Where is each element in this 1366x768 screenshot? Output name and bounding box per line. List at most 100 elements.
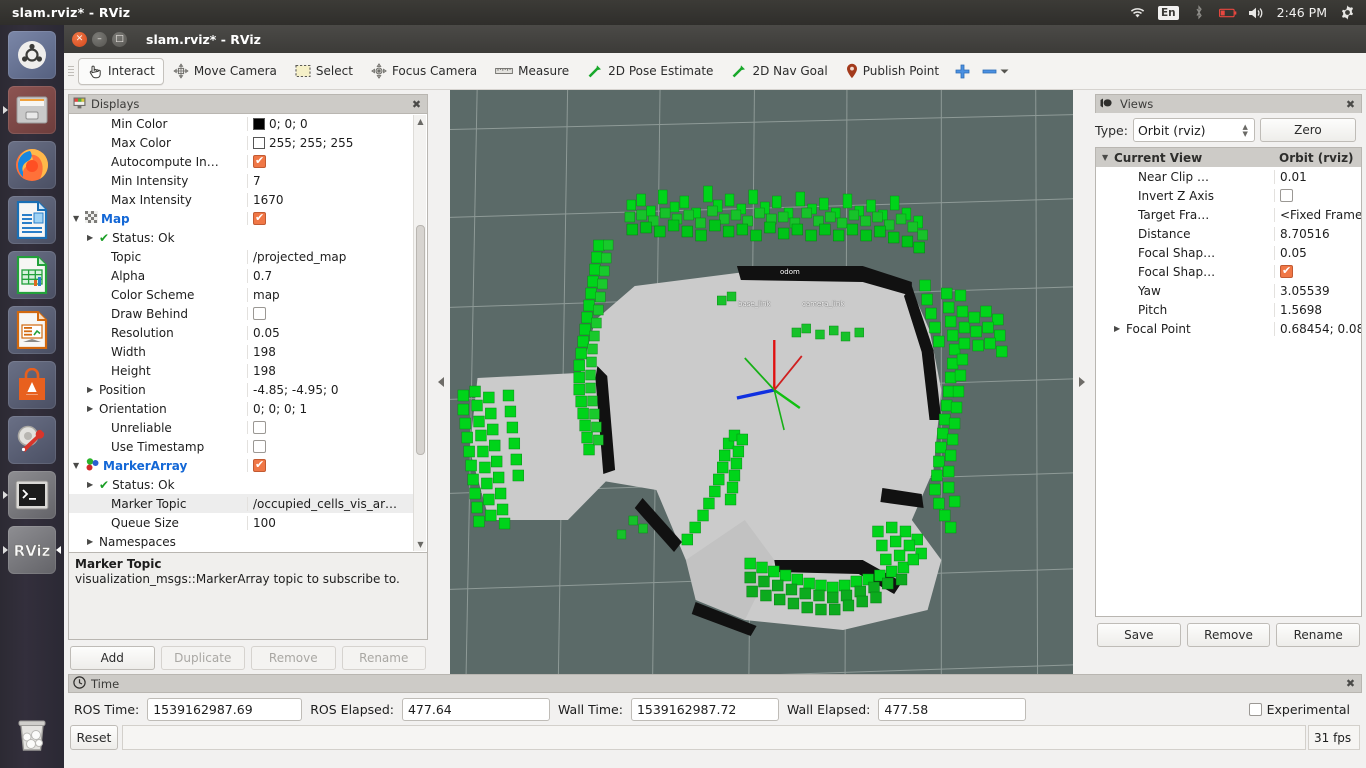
property-row[interactable]: ▼ MarkerArray [69,456,414,475]
property-row[interactable]: Marker Topic/occupied_cells_vis_ar… [69,494,414,513]
property-row[interactable]: Pitch 1.5698 [1096,300,1361,319]
twisty-closed-icon[interactable]: ▶ [87,404,96,413]
property-row[interactable]: ▶ Namespaces [69,532,414,551]
checkbox-icon[interactable] [253,440,266,453]
tool-move-camera[interactable]: Move Camera [164,58,286,85]
property-row[interactable]: Use Timestamp [69,437,414,456]
rename-button[interactable]: Rename [341,646,426,670]
twisty-closed-icon[interactable]: ▶ [87,480,96,489]
keyboard-layout-icon[interactable]: En [1157,5,1179,20]
property-row[interactable]: Color Scheme map [69,285,414,304]
property-row[interactable]: Invert Z Axis [1096,186,1361,205]
libreoffice-impress-icon[interactable] [8,306,56,354]
checkbox-icon[interactable] [253,155,266,168]
add-tool-button[interactable] [948,58,977,85]
window-maximize-button[interactable]: □ [112,31,127,47]
property-row[interactable]: Min Intensity 7 [69,171,414,190]
zero-button[interactable]: Zero [1259,118,1356,142]
property-row[interactable]: Autocompute In… [69,152,414,171]
right-splitter-handle[interactable] [1073,90,1091,674]
tool-2d-pose-estimate[interactable]: 2D Pose Estimate [578,58,722,85]
experimental-checkbox[interactable]: Experimental [1248,702,1350,717]
property-row[interactable]: Distance 8.70516 [1096,224,1361,243]
property-row[interactable]: Resolution 0.05 [69,323,414,342]
close-icon[interactable]: ✖ [1344,98,1357,111]
scroll-up-icon[interactable]: ▲ [415,116,426,127]
property-row[interactable]: ▶Focal Point 0.68454; 0.0890… [1096,319,1361,338]
property-row[interactable]: Focal Shap… 0.05 [1096,243,1361,262]
battery-icon[interactable] [1218,4,1237,22]
collapse-left-icon[interactable] [438,377,444,387]
tool-publish-point[interactable]: Publish Point [837,58,948,85]
collapse-right-icon[interactable] [1079,377,1085,387]
twisty-open-icon[interactable]: ▼ [73,214,82,223]
close-icon[interactable]: ✖ [410,98,423,111]
twisty-closed-icon[interactable]: ▶ [1114,324,1123,333]
property-row[interactable]: Draw Behind [69,304,414,323]
scroll-down-icon[interactable]: ▼ [415,539,426,550]
ubuntu-dash-icon[interactable] [8,31,56,79]
remove-tool-button[interactable] [977,58,1014,85]
duplicate-button[interactable]: Duplicate [160,646,245,670]
tool-focus-camera[interactable]: Focus Camera [362,58,486,85]
remove-button[interactable]: Remove [251,646,336,670]
bluetooth-icon[interactable] [1190,4,1208,22]
libreoffice-writer-icon[interactable] [8,196,56,244]
displays-scrollbar[interactable]: ▲ ▼ [413,115,426,551]
rename-view-button[interactable]: Rename [1276,623,1361,647]
color-swatch[interactable] [253,136,265,149]
view-type-select[interactable]: Orbit (rviz) ▲ ▼ [1132,118,1255,142]
property-row[interactable]: Yaw 3.05539 [1096,281,1361,300]
rviz-icon[interactable]: RViz [3,526,61,574]
twisty-icon[interactable]: ▼ [1102,153,1111,162]
twisty-open-icon[interactable]: ▼ [73,461,82,470]
files-icon[interactable] [3,86,56,134]
system-clock[interactable]: 2:46 PM [1277,5,1327,20]
property-row[interactable]: Width 198 [69,342,414,361]
spinner-icon[interactable]: ▲ ▼ [1243,123,1250,137]
ros-time-input[interactable]: 1539162987.69 [147,697,303,721]
displays-property-tree[interactable]: Min Color 0; 0; 0 Max Color 255; 255; 255 Au… [68,113,428,553]
property-row[interactable]: Max Intensity 1670 [69,190,414,209]
ros-elapsed-input[interactable]: 477.64 [401,697,550,721]
property-row[interactable]: Queue Size 100 [69,513,414,532]
checkbox-icon[interactable] [1280,189,1293,202]
twisty-closed-icon[interactable]: ▶ [87,385,96,394]
property-row[interactable]: Max Color 255; 255; 255 [69,133,414,152]
scrollbar-thumb[interactable] [416,225,425,455]
checkbox-icon[interactable] [253,459,266,472]
property-row[interactable]: ▶ Orientation 0; 0; 0; 1 [69,399,414,418]
window-close-button[interactable]: ✕ [72,31,87,47]
tool-interact[interactable]: Interact [78,57,164,85]
tool-select[interactable]: Select [286,58,362,85]
twisty-closed-icon[interactable]: ▶ [87,233,96,242]
checkbox-icon[interactable] [1280,265,1293,278]
property-row[interactable]: ▶ ✔ Status: Ok [69,228,414,247]
property-row[interactable]: ▶ ✔ Status: Ok [69,475,414,494]
checkbox-icon[interactable] [253,307,266,320]
property-row[interactable]: Topic/projected_map [69,247,414,266]
property-row[interactable]: Min Color 0; 0; 0 [69,114,414,133]
wall-elapsed-input[interactable]: 477.58 [878,697,1027,721]
property-row[interactable]: Height 198 [69,361,414,380]
system-settings-icon[interactable] [8,416,56,464]
property-row[interactable]: Focal Shap… [1096,262,1361,281]
gear-icon[interactable] [1338,4,1356,22]
window-minimize-button[interactable]: – [92,31,107,47]
tool-2d-nav-goal[interactable]: 2D Nav Goal [722,58,836,85]
toolbar-grip[interactable] [68,60,76,82]
property-row[interactable]: Near Clip … 0.01 [1096,167,1361,186]
libreoffice-calc-icon[interactable] [8,251,56,299]
save-view-button[interactable]: Save [1097,623,1181,647]
wall-time-input[interactable]: 1539162987.72 [630,697,779,721]
checkbox-icon[interactable] [253,421,266,434]
terminal-icon[interactable] [3,471,56,519]
volume-icon[interactable] [1248,4,1266,22]
checkbox-icon[interactable] [253,212,266,225]
property-row[interactable]: Unreliable [69,418,414,437]
reset-button[interactable]: Reset [70,725,118,750]
views-property-tree[interactable]: ▼ Current View Orbit (rviz) Near Clip … 0… [1095,147,1362,617]
add-button[interactable]: Add [70,646,155,670]
color-swatch[interactable] [253,117,265,130]
property-row[interactable]: ▼ Map [69,209,414,228]
